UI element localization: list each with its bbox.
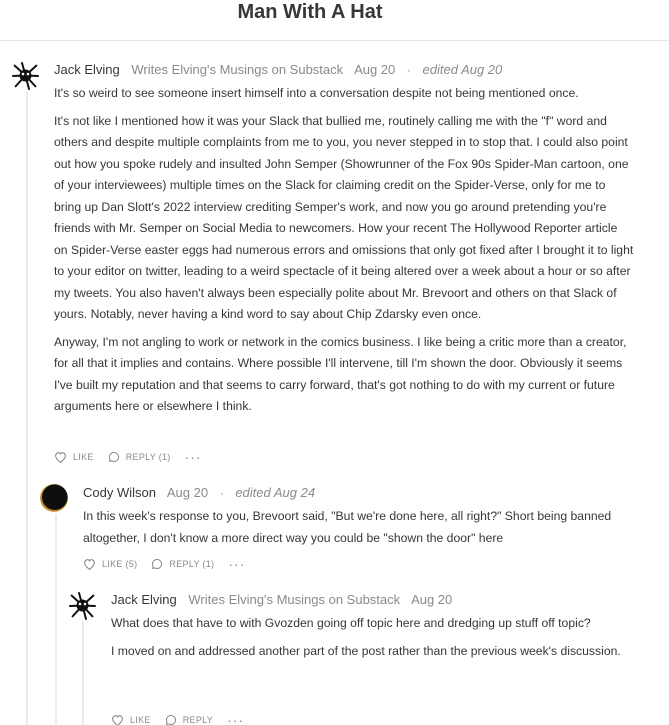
heart-icon: [84, 559, 95, 570]
author-name[interactable]: Jack Elving: [54, 62, 120, 77]
author-publication[interactable]: Writes Elving's Musings on Substack: [188, 592, 400, 607]
comment-paragraph: It's not like I mentioned how it was you…: [54, 113, 634, 322]
speech-bubble-icon: [165, 714, 176, 725]
avatar[interactable]: [40, 484, 68, 512]
avatar-spider-icon: [10, 60, 41, 91]
meta-separator: ·: [406, 63, 411, 77]
like-label: LIKE: [73, 452, 94, 462]
avatar[interactable]: [67, 590, 98, 621]
reply-button[interactable]: REPLY (1): [108, 451, 171, 463]
edited-date: edited Aug 24: [235, 485, 316, 500]
author-name[interactable]: Cody Wilson: [83, 485, 156, 500]
meta-separator: ·: [219, 486, 224, 500]
author-name[interactable]: Jack Elving: [111, 592, 177, 607]
comment-paragraph: I moved on and addressed another part of…: [111, 643, 621, 658]
comment-body: What does that have to with Gvozden goin…: [111, 613, 621, 668]
comment-date[interactable]: Aug 20: [354, 62, 395, 77]
comment-actions: LIKE REPLY ···: [111, 713, 244, 725]
avatar-spider-icon: [67, 590, 98, 621]
edited-date: edited Aug 20: [422, 62, 503, 77]
comment-body: It's so weird to see someone insert hims…: [54, 83, 634, 424]
avatar[interactable]: [10, 60, 41, 91]
reply-label: REPLY: [182, 715, 214, 725]
like-label: LIKE: [130, 715, 151, 725]
comment-paragraph: Anyway, I'm not angling to work or netwo…: [54, 334, 627, 414]
comment-header: Jack Elving Writes Elving's Musings on S…: [111, 591, 460, 609]
avatar-eclipse-icon: [40, 484, 68, 512]
like-button[interactable]: LIKE (5): [83, 558, 137, 570]
comment-date[interactable]: Aug 20: [167, 485, 208, 500]
page-title[interactable]: Man With A Hat: [0, 0, 620, 24]
ellipsis-icon[interactable]: ···: [227, 713, 244, 725]
comment-date[interactable]: Aug 20: [411, 592, 452, 607]
thread-line-root[interactable]: [26, 92, 28, 725]
reply-label: REPLY (1): [169, 559, 215, 569]
reply-label: REPLY (1): [125, 452, 171, 462]
speech-bubble-icon: [152, 558, 163, 569]
thread-line-reply[interactable]: [55, 514, 57, 725]
comment-header: Jack Elving Writes Elving's Musings on S…: [54, 61, 502, 79]
ellipsis-icon[interactable]: ···: [185, 450, 202, 464]
speech-bubble-icon: [108, 451, 119, 462]
comment-header: Cody Wilson Aug 20 · edited Aug 24: [83, 484, 315, 502]
like-button[interactable]: LIKE: [54, 451, 94, 463]
comment-paragraph: What does that have to with Gvozden goin…: [111, 616, 591, 630]
comment-actions: LIKE REPLY (1) ···: [54, 450, 202, 464]
like-label: LIKE (5): [102, 559, 138, 569]
comment-body: In this week's response to you, Brevoort…: [83, 506, 623, 555]
heart-icon: [112, 715, 123, 725]
reply-button[interactable]: REPLY: [165, 714, 213, 725]
comment-paragraph: It's so weird to see someone insert hims…: [54, 86, 579, 100]
comment-actions: LIKE (5) REPLY (1) ···: [83, 557, 245, 571]
thread-line-nested[interactable]: [82, 621, 84, 725]
reply-button[interactable]: REPLY (1): [151, 558, 214, 570]
heart-icon: [55, 452, 66, 463]
like-button[interactable]: LIKE: [111, 714, 151, 725]
comment-paragraph: In this week's response to you, Brevoort…: [83, 509, 612, 545]
header-divider: [0, 40, 669, 41]
author-publication[interactable]: Writes Elving's Musings on Substack: [131, 62, 343, 77]
ellipsis-icon[interactable]: ···: [228, 557, 245, 571]
